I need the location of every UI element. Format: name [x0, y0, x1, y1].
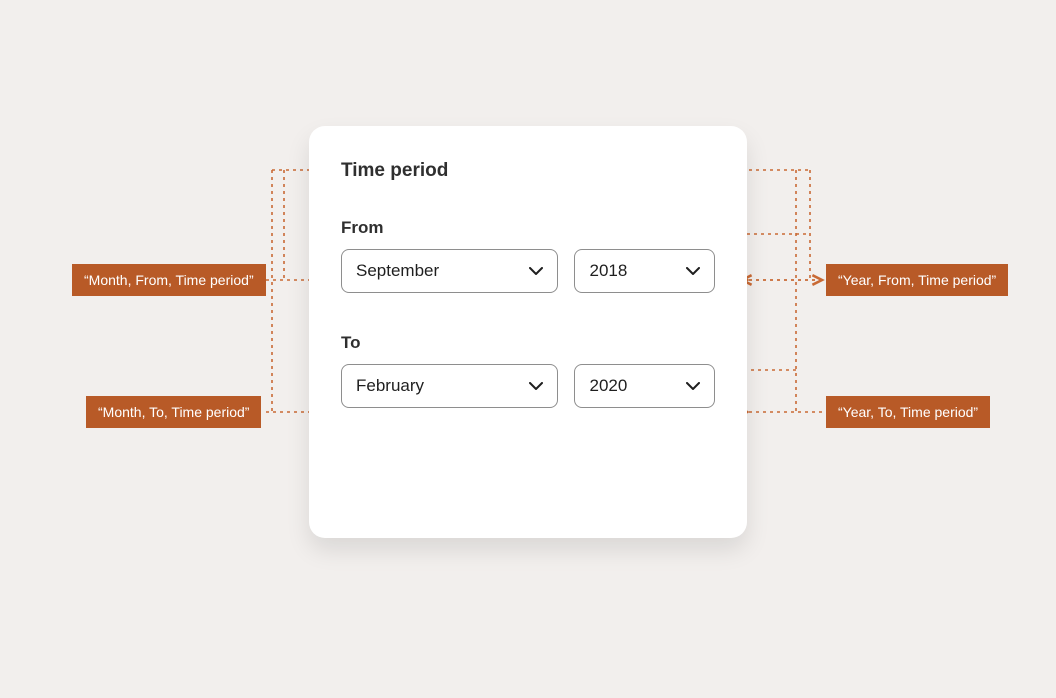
chevron-down-icon — [529, 267, 543, 275]
annotation-year-to: “Year, To, Time period” — [826, 396, 990, 428]
chevron-down-icon — [686, 382, 700, 390]
to-year-value: 2020 — [589, 376, 627, 396]
to-label: To — [341, 333, 715, 353]
chevron-down-icon — [686, 267, 700, 275]
card-title: Time period — [341, 160, 715, 182]
from-year-select[interactable]: 2018 — [574, 249, 715, 293]
annotation-year-from: “Year, From, Time period” — [826, 264, 1008, 296]
annotation-month-from: “Month, From, Time period” — [72, 264, 266, 296]
to-year-select[interactable]: 2020 — [574, 364, 715, 408]
chevron-down-icon — [529, 382, 543, 390]
from-month-value: September — [356, 261, 439, 281]
from-label: From — [341, 218, 715, 238]
to-month-value: February — [356, 376, 424, 396]
from-year-value: 2018 — [589, 261, 627, 281]
from-row: September 2018 — [341, 249, 715, 293]
diagram-canvas: Time period From September 2018 To Febru… — [0, 0, 1056, 698]
time-period-card: Time period From September 2018 To Febru… — [309, 126, 747, 538]
to-month-select[interactable]: February — [341, 364, 558, 408]
annotation-month-to: “Month, To, Time period” — [86, 396, 261, 428]
from-month-select[interactable]: September — [341, 249, 558, 293]
to-row: February 2020 — [341, 364, 715, 408]
